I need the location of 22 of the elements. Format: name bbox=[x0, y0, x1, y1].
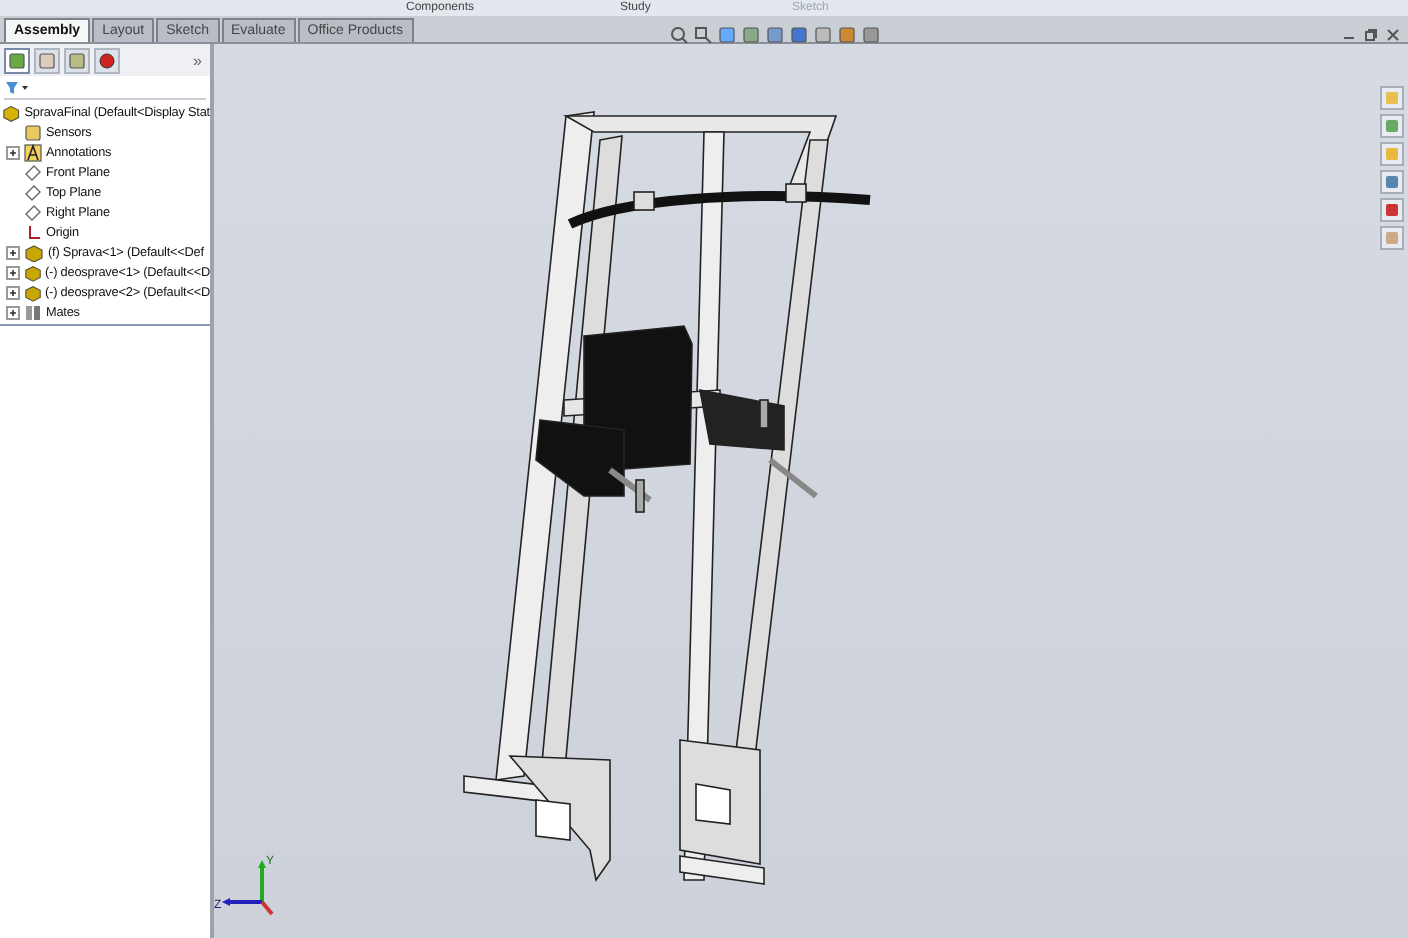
manager-tab[interactable] bbox=[94, 47, 120, 73]
assembly-icon bbox=[2, 103, 21, 121]
manager-tab[interactable] bbox=[4, 47, 30, 73]
task-pane-button[interactable] bbox=[1380, 114, 1404, 138]
origin-icon bbox=[24, 223, 42, 241]
expand-toggle[interactable] bbox=[6, 265, 20, 279]
axis-triad-drawing bbox=[222, 860, 274, 916]
zoom-icon[interactable] bbox=[670, 26, 688, 44]
expand-button[interactable]: » bbox=[189, 51, 206, 69]
mates-icon bbox=[24, 303, 42, 321]
task-pane-button[interactable] bbox=[1380, 198, 1404, 222]
manager-tab[interactable] bbox=[64, 47, 90, 73]
annotation-icon bbox=[24, 143, 42, 161]
expand-toggle[interactable] bbox=[6, 145, 20, 159]
restore-icon[interactable] bbox=[1364, 28, 1378, 42]
filter-icon[interactable] bbox=[4, 80, 28, 96]
close-icon[interactable] bbox=[1386, 28, 1400, 42]
zoom-area-icon[interactable] bbox=[694, 26, 712, 44]
expand-toggle[interactable] bbox=[6, 285, 20, 299]
expand-toggle[interactable] bbox=[6, 245, 20, 259]
expand-toggle[interactable] bbox=[6, 305, 20, 319]
task-pane-button[interactable] bbox=[1380, 170, 1404, 194]
